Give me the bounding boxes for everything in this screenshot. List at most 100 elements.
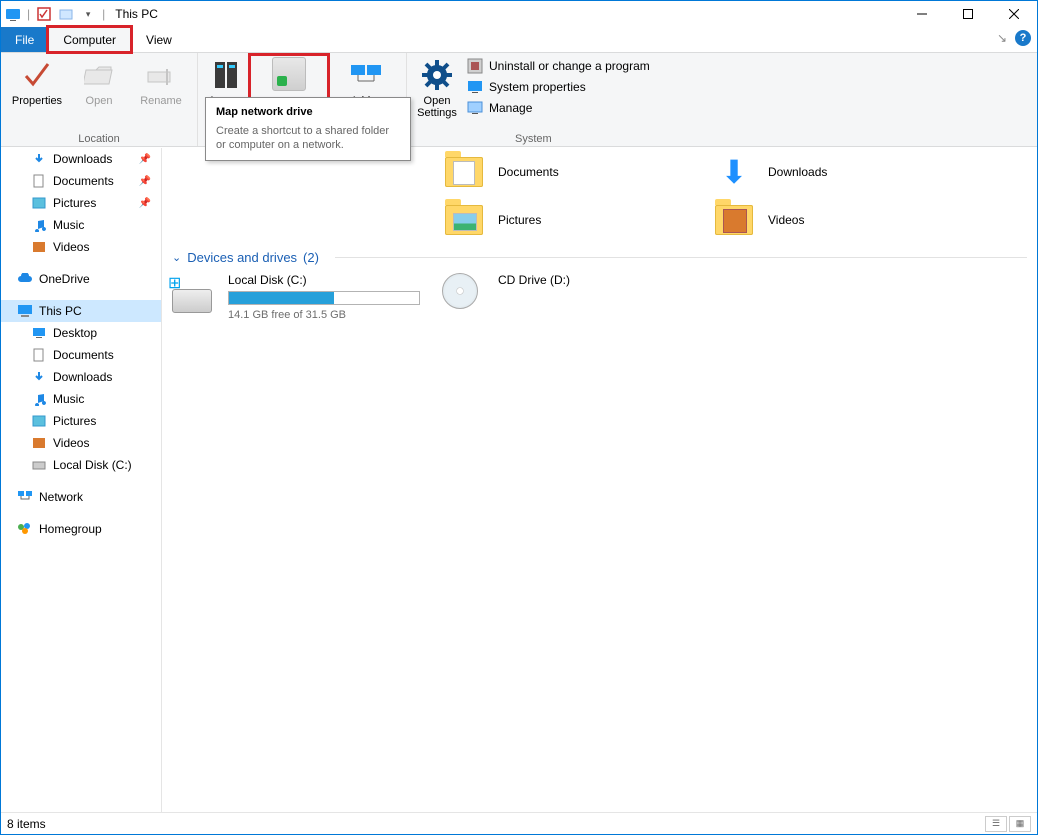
- label: Music: [53, 392, 84, 406]
- label: Homegroup: [39, 522, 102, 536]
- desk-icon: [31, 325, 47, 341]
- drive-cd-d[interactable]: CD Drive (D:): [442, 273, 692, 321]
- label: CD Drive (D:): [498, 273, 570, 287]
- drive-icon: [272, 57, 306, 91]
- group-devices-header[interactable]: ⌄ Devices and drives (2): [172, 250, 1027, 265]
- pin-icon: 📌: [139, 176, 151, 187]
- folder-documents-icon: [442, 150, 486, 194]
- label: Open: [424, 95, 451, 107]
- app-icon: [5, 6, 21, 22]
- tab-file[interactable]: File: [1, 27, 48, 52]
- down-icon: [31, 369, 47, 385]
- nav-this-pc[interactable]: This PC: [1, 300, 161, 322]
- status-text: 8 items: [7, 817, 46, 831]
- nav-item-downloads[interactable]: Downloads: [1, 366, 161, 388]
- nav-item-videos[interactable]: Videos: [1, 432, 161, 454]
- label: This PC: [39, 304, 82, 318]
- nav-network[interactable]: Network: [1, 486, 161, 508]
- nav-item-videos[interactable]: Videos: [1, 236, 161, 258]
- monitor-icon: [467, 79, 483, 95]
- tooltip-body: Create a shortcut to a shared folder or …: [216, 124, 400, 152]
- group-label: Location: [7, 133, 191, 146]
- tooltip-title: Map network drive: [216, 106, 313, 118]
- label: Videos: [768, 213, 804, 227]
- count: (2): [303, 250, 319, 265]
- tab-computer[interactable]: Computer: [48, 27, 131, 52]
- label: Properties: [12, 95, 62, 107]
- nav-item-music[interactable]: Music: [1, 388, 161, 410]
- nav-item-pictures[interactable]: Pictures 📌: [1, 192, 161, 214]
- nav-onedrive[interactable]: OneDrive: [1, 268, 161, 290]
- cd-icon: [442, 273, 486, 313]
- hdd-icon: ⊞: [172, 273, 216, 313]
- tab-view[interactable]: View: [131, 27, 187, 52]
- pic-icon: [31, 195, 47, 211]
- qat-properties-icon[interactable]: [36, 6, 52, 22]
- view-tiles-button[interactable]: ▦: [1009, 816, 1031, 832]
- uninstall-program-button[interactable]: Uninstall or change a program: [463, 57, 654, 75]
- maximize-button[interactable]: [945, 1, 991, 27]
- nav-item-pictures[interactable]: Pictures: [1, 410, 161, 432]
- vid-icon: [31, 239, 47, 255]
- ribbon-group-system: Open Settings Uninstall or change a prog…: [407, 53, 660, 146]
- folder-videos-icon: [712, 198, 756, 242]
- folder-pictures-icon: [442, 198, 486, 242]
- pc-icon: [17, 303, 33, 319]
- folder-downloads[interactable]: ⬇ Downloads: [712, 148, 962, 196]
- label: OneDrive: [39, 272, 90, 286]
- label: Manage: [489, 101, 532, 115]
- ribbon-group-location: Properties Open Rename Location: [1, 53, 198, 146]
- network-icon: [17, 489, 33, 505]
- content-pane[interactable]: Documents ⬇ Downloads Pictures Videos: [162, 148, 1037, 812]
- label: Documents: [498, 165, 559, 179]
- system-properties-button[interactable]: System properties: [463, 78, 654, 96]
- capacity-bar: [228, 291, 420, 305]
- nav-item-documents[interactable]: Documents: [1, 344, 161, 366]
- manage-button[interactable]: Manage: [463, 99, 654, 117]
- open-button: Open: [69, 55, 129, 109]
- label: Videos: [53, 240, 89, 254]
- nav-item-local-disk-c-[interactable]: Local Disk (C:): [1, 454, 161, 476]
- qat-dropdown-icon[interactable]: ▾: [80, 6, 96, 22]
- label: Pictures: [53, 414, 96, 428]
- open-settings-button[interactable]: Open Settings: [413, 55, 461, 121]
- label: Documents: [53, 348, 114, 362]
- rename-button: Rename: [131, 55, 191, 109]
- label: Downloads: [53, 370, 112, 384]
- properties-button[interactable]: Properties: [7, 55, 67, 109]
- label: System properties: [489, 80, 586, 94]
- vid-icon: [31, 435, 47, 451]
- label: Videos: [53, 436, 89, 450]
- label: Settings: [417, 107, 457, 119]
- close-button[interactable]: [991, 1, 1037, 27]
- qat-newfolder-icon[interactable]: [58, 6, 74, 22]
- status-bar: 8 items ☰ ▦: [1, 812, 1037, 834]
- server-icon: [210, 59, 242, 91]
- label: Network: [39, 490, 83, 504]
- homegroup-icon: [17, 521, 33, 537]
- free-text: 14.1 GB free of 31.5 GB: [228, 309, 420, 321]
- view-details-button[interactable]: ☰: [985, 816, 1007, 832]
- minimize-ribbon-icon[interactable]: ↘: [997, 31, 1007, 45]
- tooltip-map-network-drive: Map network drive Create a shortcut to a…: [205, 97, 411, 161]
- drive-local-c[interactable]: ⊞ Local Disk (C:) 14.1 GB free of 31.5 G…: [172, 273, 422, 321]
- label: Local Disk (C:): [228, 273, 420, 287]
- disk-icon: [31, 457, 47, 473]
- label: Devices and drives: [187, 250, 297, 265]
- nav-item-desktop[interactable]: Desktop: [1, 322, 161, 344]
- group-label: System: [413, 133, 654, 146]
- folder-documents[interactable]: Documents: [442, 148, 692, 196]
- label: Pictures: [53, 196, 96, 210]
- help-icon[interactable]: ?: [1015, 30, 1031, 46]
- label: Desktop: [53, 326, 97, 340]
- music-icon: [31, 391, 47, 407]
- nav-homegroup[interactable]: Homegroup: [1, 518, 161, 540]
- folder-videos[interactable]: Videos: [712, 196, 962, 244]
- nav-item-documents[interactable]: Documents 📌: [1, 170, 161, 192]
- nav-item-downloads[interactable]: Downloads 📌: [1, 148, 161, 170]
- minimize-button[interactable]: [899, 1, 945, 27]
- nav-item-music[interactable]: Music: [1, 214, 161, 236]
- doc-icon: [31, 173, 47, 189]
- folder-pictures[interactable]: Pictures: [442, 196, 692, 244]
- navigation-pane[interactable]: Downloads 📌 Documents 📌 Pictures 📌 Music…: [1, 148, 162, 812]
